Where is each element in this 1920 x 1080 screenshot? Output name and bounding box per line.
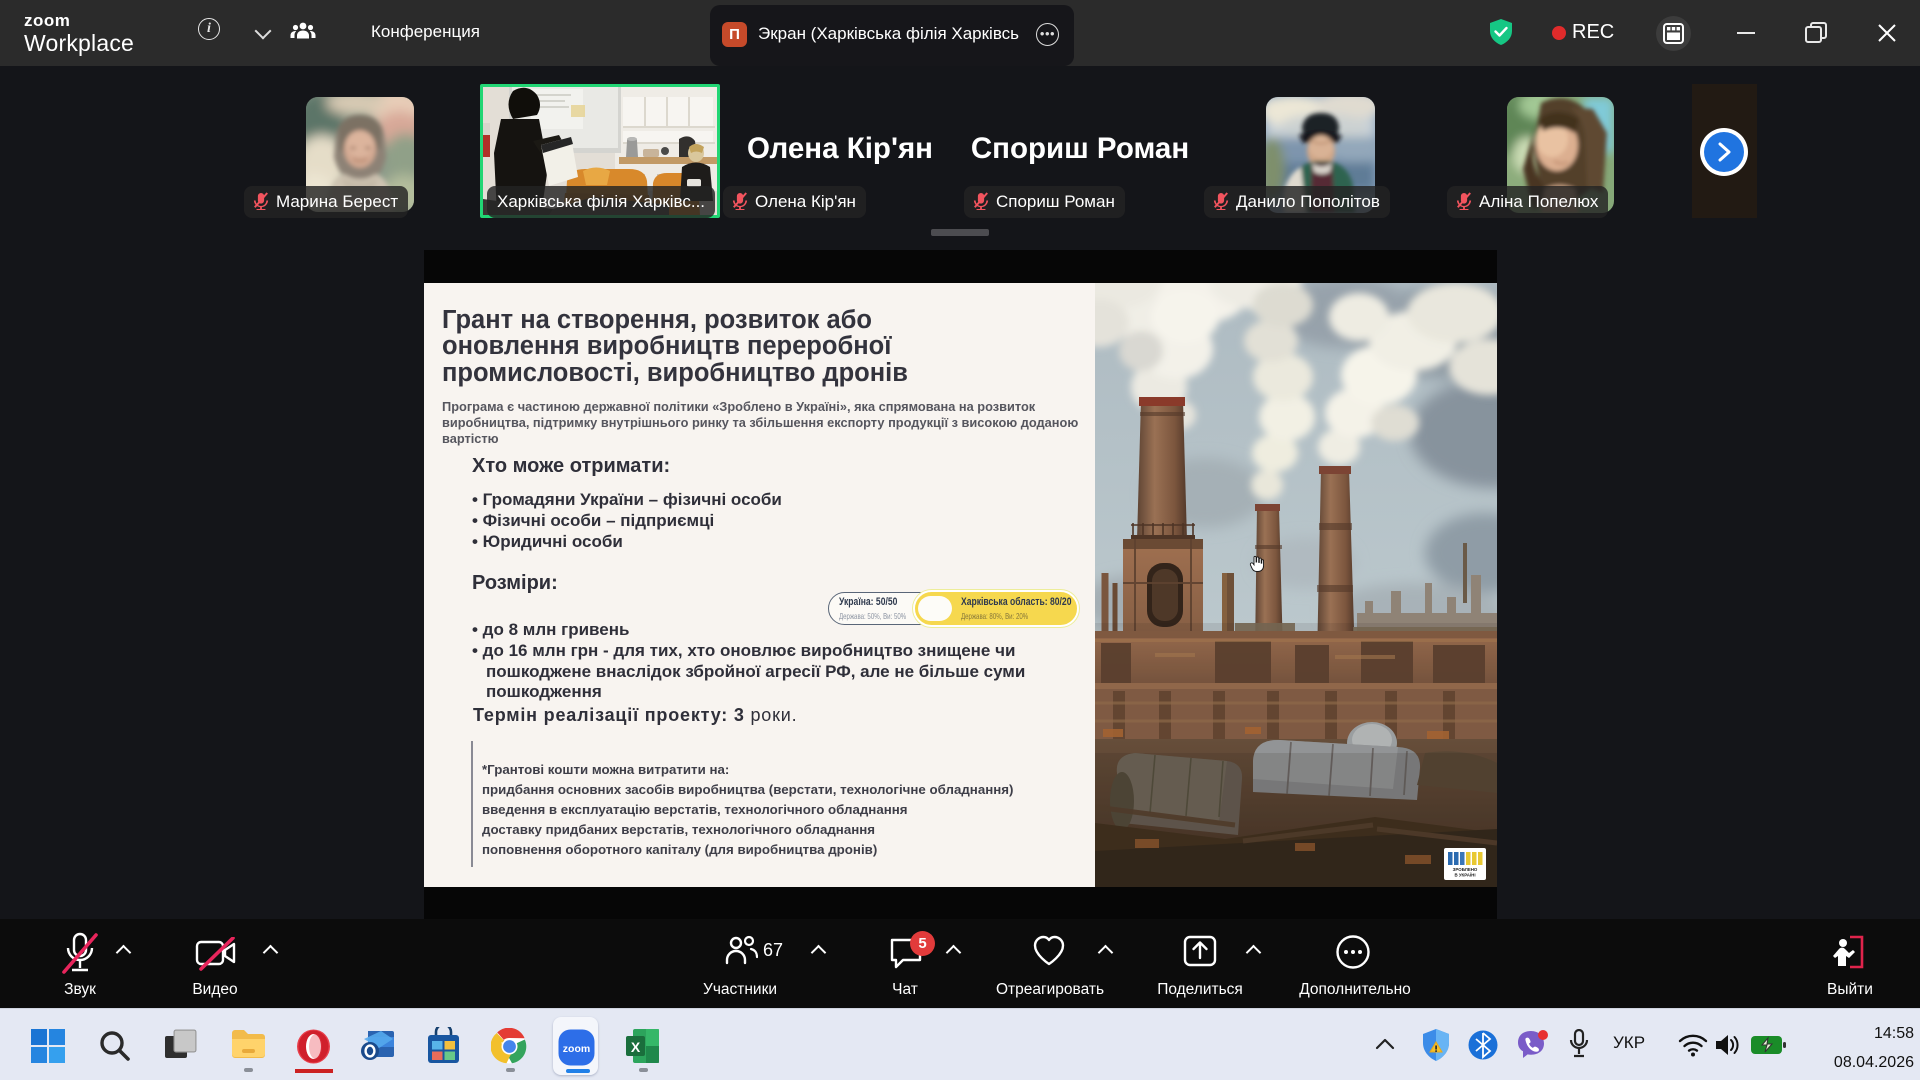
svg-text:X: X [631,1039,641,1055]
svg-text:В УКРАЇНІ: В УКРАЇНІ [1454,873,1475,878]
svg-text:ЗРОБЛЕНО: ЗРОБЛЕНО [1453,867,1478,872]
svg-text:zoom: zoom [563,1043,590,1055]
